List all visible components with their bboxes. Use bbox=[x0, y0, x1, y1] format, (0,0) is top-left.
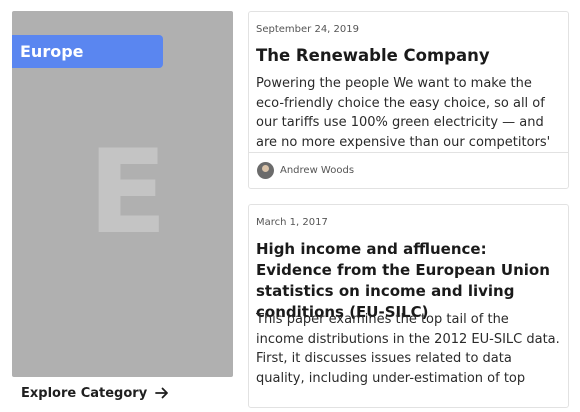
article-excerpt: This paper examines the top tail of the … bbox=[256, 312, 560, 386]
avatar bbox=[257, 162, 274, 179]
article-card[interactable]: March 1, 2017 High income and affluence:… bbox=[248, 204, 569, 408]
category-card[interactable]: Europe E bbox=[12, 11, 233, 377]
article-title[interactable]: The Renewable Company bbox=[256, 46, 560, 66]
category-initial-letter: E bbox=[88, 125, 168, 260]
article-date: March 1, 2017 bbox=[256, 217, 328, 228]
article-excerpt: Powering the people We want to make the … bbox=[256, 76, 551, 150]
author-row: Andrew Woods bbox=[249, 152, 568, 188]
explore-category-label: Explore Category bbox=[21, 385, 148, 401]
arrow-right-icon bbox=[155, 387, 169, 399]
category-label: Europe bbox=[12, 35, 163, 68]
explore-category-link[interactable]: Explore Category bbox=[21, 383, 169, 403]
author-name[interactable]: Andrew Woods bbox=[280, 165, 354, 176]
article-card[interactable]: September 24, 2019 The Renewable Company… bbox=[248, 11, 569, 189]
article-date: September 24, 2019 bbox=[256, 24, 359, 35]
